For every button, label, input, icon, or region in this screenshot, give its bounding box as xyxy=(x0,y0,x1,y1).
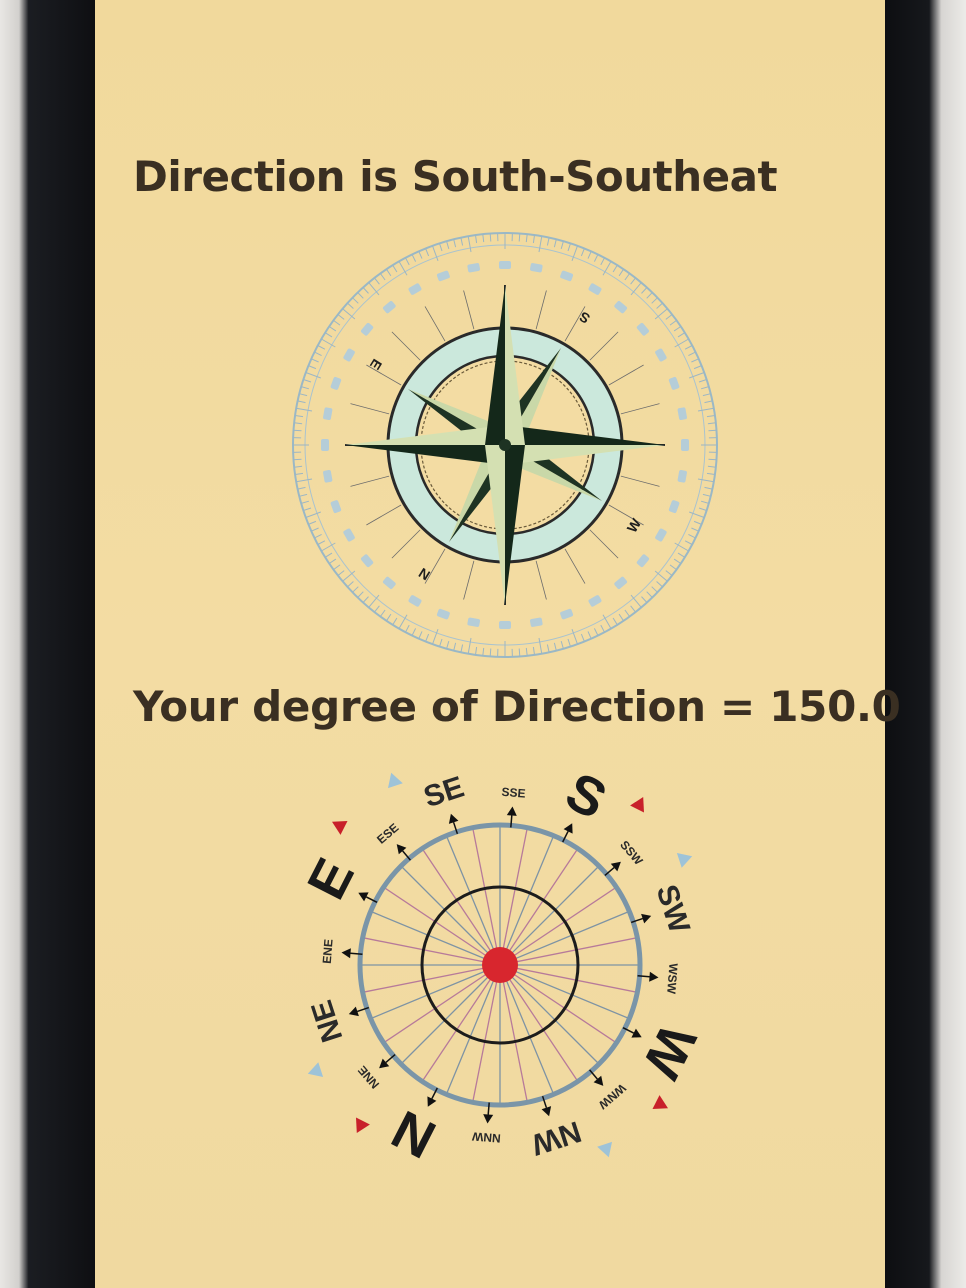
dial-label-w: W xyxy=(631,1015,708,1088)
dial-label-wsw: WSW xyxy=(664,963,680,995)
dial-label-sw: SW xyxy=(650,881,697,938)
dial-compass-icon: SSSWSW WSW WWNW NW NNW NNNENE ENE E ESE SE SSE xyxy=(296,761,708,1170)
dial-label-se: SE xyxy=(420,770,468,814)
dial-center-dot xyxy=(482,947,518,983)
dial-label-s: S xyxy=(556,761,615,831)
degree-heading: Your degree of Direction = 150.0 xyxy=(133,682,901,731)
dial-label-ssw: SSW xyxy=(617,838,646,868)
dial-label-ese: ESE xyxy=(374,820,401,846)
device-bezel-right xyxy=(884,0,966,1288)
dial-label-wnw: WNW xyxy=(595,1081,628,1112)
dial-label-sse: SSE xyxy=(501,785,526,801)
dial-label-n: N xyxy=(383,1098,445,1169)
dial-label-ne: NE xyxy=(305,996,349,1046)
rose-compass-icon: S W N E xyxy=(292,232,718,658)
dial-label-nnw: NNW xyxy=(471,1129,501,1145)
device-bezel-left xyxy=(0,0,95,1288)
dial-label-e: E xyxy=(296,849,366,908)
dial-label-nne: NNE xyxy=(355,1063,382,1091)
app-screen: Direction is South-Southeat S W N E Your… xyxy=(95,0,901,1288)
direction-heading: Direction is South-Southeat xyxy=(133,152,778,201)
dial-label-nw: NW xyxy=(527,1114,585,1161)
rose-label-w: W xyxy=(624,515,645,535)
dial-label-ene: ENE xyxy=(320,939,336,965)
